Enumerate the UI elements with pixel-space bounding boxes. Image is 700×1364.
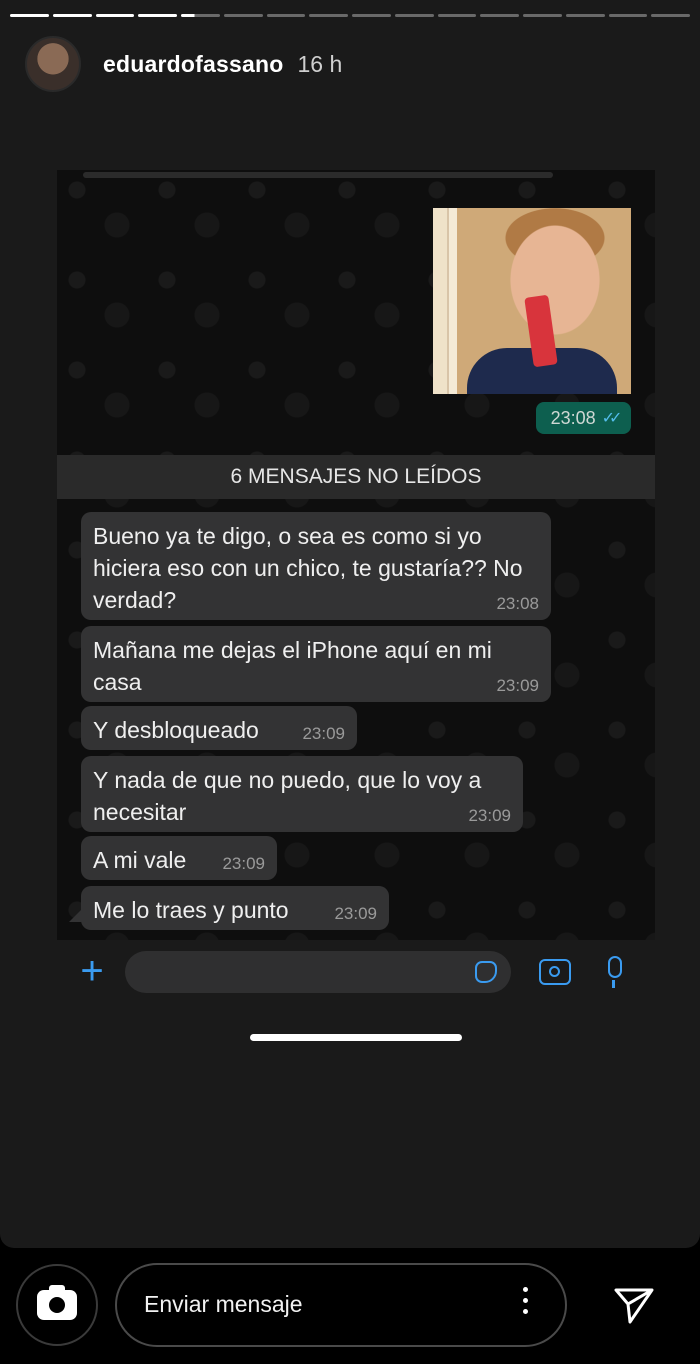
story-header: eduardofassano 16 h — [25, 36, 342, 92]
sticker-icon — [475, 961, 497, 983]
message-time: 23:09 — [468, 806, 511, 825]
message-time: 23:09 — [222, 854, 265, 873]
sent-photo — [433, 208, 631, 394]
message-time: 23:08 — [496, 594, 539, 613]
chat-input-field — [125, 951, 511, 993]
top-divider — [83, 172, 553, 178]
message-bubble: Me lo traes y punto 23:09 — [81, 886, 389, 930]
message-time: 23:09 — [302, 724, 345, 743]
message-bubble: A mi vale 23:09 — [81, 836, 277, 880]
story-progress-bar — [10, 14, 690, 18]
message-text: Y nada de que no puedo, que lo voy a nec… — [93, 767, 482, 825]
unread-banner: 6 MENSAJES NO LEÍDOS — [57, 455, 655, 499]
story-frame: eduardofassano 16 h 23:08 ✓✓ 6 MENSAJES … — [0, 0, 700, 1248]
message-time: 23:09 — [496, 676, 539, 695]
plus-icon: + — [80, 949, 104, 993]
camera-button[interactable] — [16, 1264, 98, 1346]
send-icon[interactable] — [612, 1284, 656, 1328]
message-text: Me lo traes y punto — [93, 897, 289, 923]
story-timestamp: 16 h — [297, 50, 343, 77]
message-text: Mañana me dejas el iPhone aquí en mi cas… — [93, 637, 492, 695]
message-bubble: Bueno ya te digo, o sea es como si yo hi… — [81, 512, 551, 620]
message-time: 23:09 — [334, 904, 377, 923]
message-text: Bueno ya te digo, o sea es como si yo hi… — [93, 523, 523, 613]
home-indicator — [250, 1034, 462, 1041]
chat-input-bar: + — [57, 940, 655, 1006]
sent-photo-time: 23:08 ✓✓ — [536, 402, 631, 434]
camera-icon — [37, 1285, 77, 1320]
message-bubble: Mañana me dejas el iPhone aquí en mi cas… — [81, 626, 551, 702]
microphone-icon — [608, 956, 622, 988]
read-check-icon: ✓✓ — [601, 410, 623, 427]
camera-icon — [539, 959, 571, 985]
reply-placeholder: Enviar mensaje — [144, 1291, 303, 1317]
username[interactable]: eduardofassano — [103, 51, 283, 78]
more-icon[interactable] — [523, 1287, 529, 1320]
message-bubble: Y nada de que no puedo, que lo voy a nec… — [81, 756, 523, 832]
message-bubble: Y desbloqueado 23:09 — [81, 706, 357, 750]
message-text: Y desbloqueado — [93, 717, 259, 743]
reply-input[interactable]: Enviar mensaje — [115, 1263, 567, 1347]
message-text: A mi vale — [93, 847, 187, 873]
reply-bar: Enviar mensaje — [0, 1248, 700, 1364]
avatar[interactable] — [25, 36, 81, 92]
chat-screenshot: 23:08 ✓✓ 6 MENSAJES NO LEÍDOS Bueno ya t… — [57, 170, 655, 940]
